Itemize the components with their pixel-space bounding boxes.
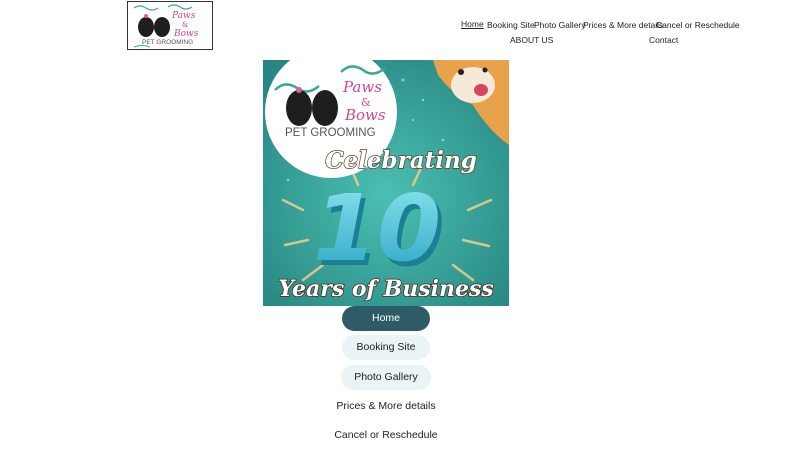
svg-text:Bows: Bows bbox=[173, 29, 199, 39]
nav-about-us[interactable]: ABOUT US bbox=[510, 35, 553, 45]
svg-text:Bows: Bows bbox=[344, 106, 386, 124]
hero-banner: Paws & Bows PET GROOMING Celebrating 10 … bbox=[263, 60, 509, 306]
svg-text:&: & bbox=[182, 21, 188, 29]
menu-cancel-reschedule-button[interactable]: Cancel or Reschedule bbox=[320, 423, 452, 448]
menu-photo-gallery-button[interactable]: Photo Gallery bbox=[341, 365, 431, 390]
logo-graphic: Paws & Bows PET GROOMING bbox=[128, 2, 212, 49]
menu-home-button[interactable]: Home bbox=[342, 306, 430, 331]
dog-silhouette-right bbox=[154, 17, 170, 37]
nav-photo-gallery[interactable]: Photo Gallery bbox=[534, 20, 586, 30]
dog-silhouette-left bbox=[138, 17, 154, 37]
menu-prices-details-button[interactable]: Prices & More details bbox=[320, 394, 452, 419]
svg-text:PET GROOMING: PET GROOMING bbox=[142, 39, 193, 46]
hero-headline: Celebrating bbox=[325, 147, 477, 174]
svg-text:Paws: Paws bbox=[171, 11, 196, 21]
nav-prices-details[interactable]: Prices & More details bbox=[583, 20, 663, 30]
hero-tagline: Years of Business bbox=[278, 276, 494, 302]
nav-home[interactable]: Home bbox=[461, 19, 484, 29]
svg-text:Paws: Paws bbox=[342, 78, 382, 96]
site-logo[interactable]: Paws & Bows PET GROOMING bbox=[127, 1, 213, 50]
hero-number: 10 bbox=[313, 175, 441, 282]
top-navigation: Home Booking Site Photo Gallery Prices &… bbox=[455, 18, 740, 50]
menu-booking-site-button[interactable]: Booking Site bbox=[342, 335, 430, 360]
nav-contact[interactable]: Contact bbox=[649, 35, 678, 45]
nav-booking-site[interactable]: Booking Site bbox=[487, 20, 535, 30]
svg-text:PET GROOMING: PET GROOMING bbox=[285, 127, 376, 139]
anniversary-graphic: Paws & Bows PET GROOMING Celebrating 10 … bbox=[263, 60, 509, 306]
pill-menu: Home Booking Site Photo Gallery Prices &… bbox=[320, 305, 452, 450]
nav-cancel-reschedule[interactable]: Cancel or Reschedule bbox=[656, 20, 740, 30]
